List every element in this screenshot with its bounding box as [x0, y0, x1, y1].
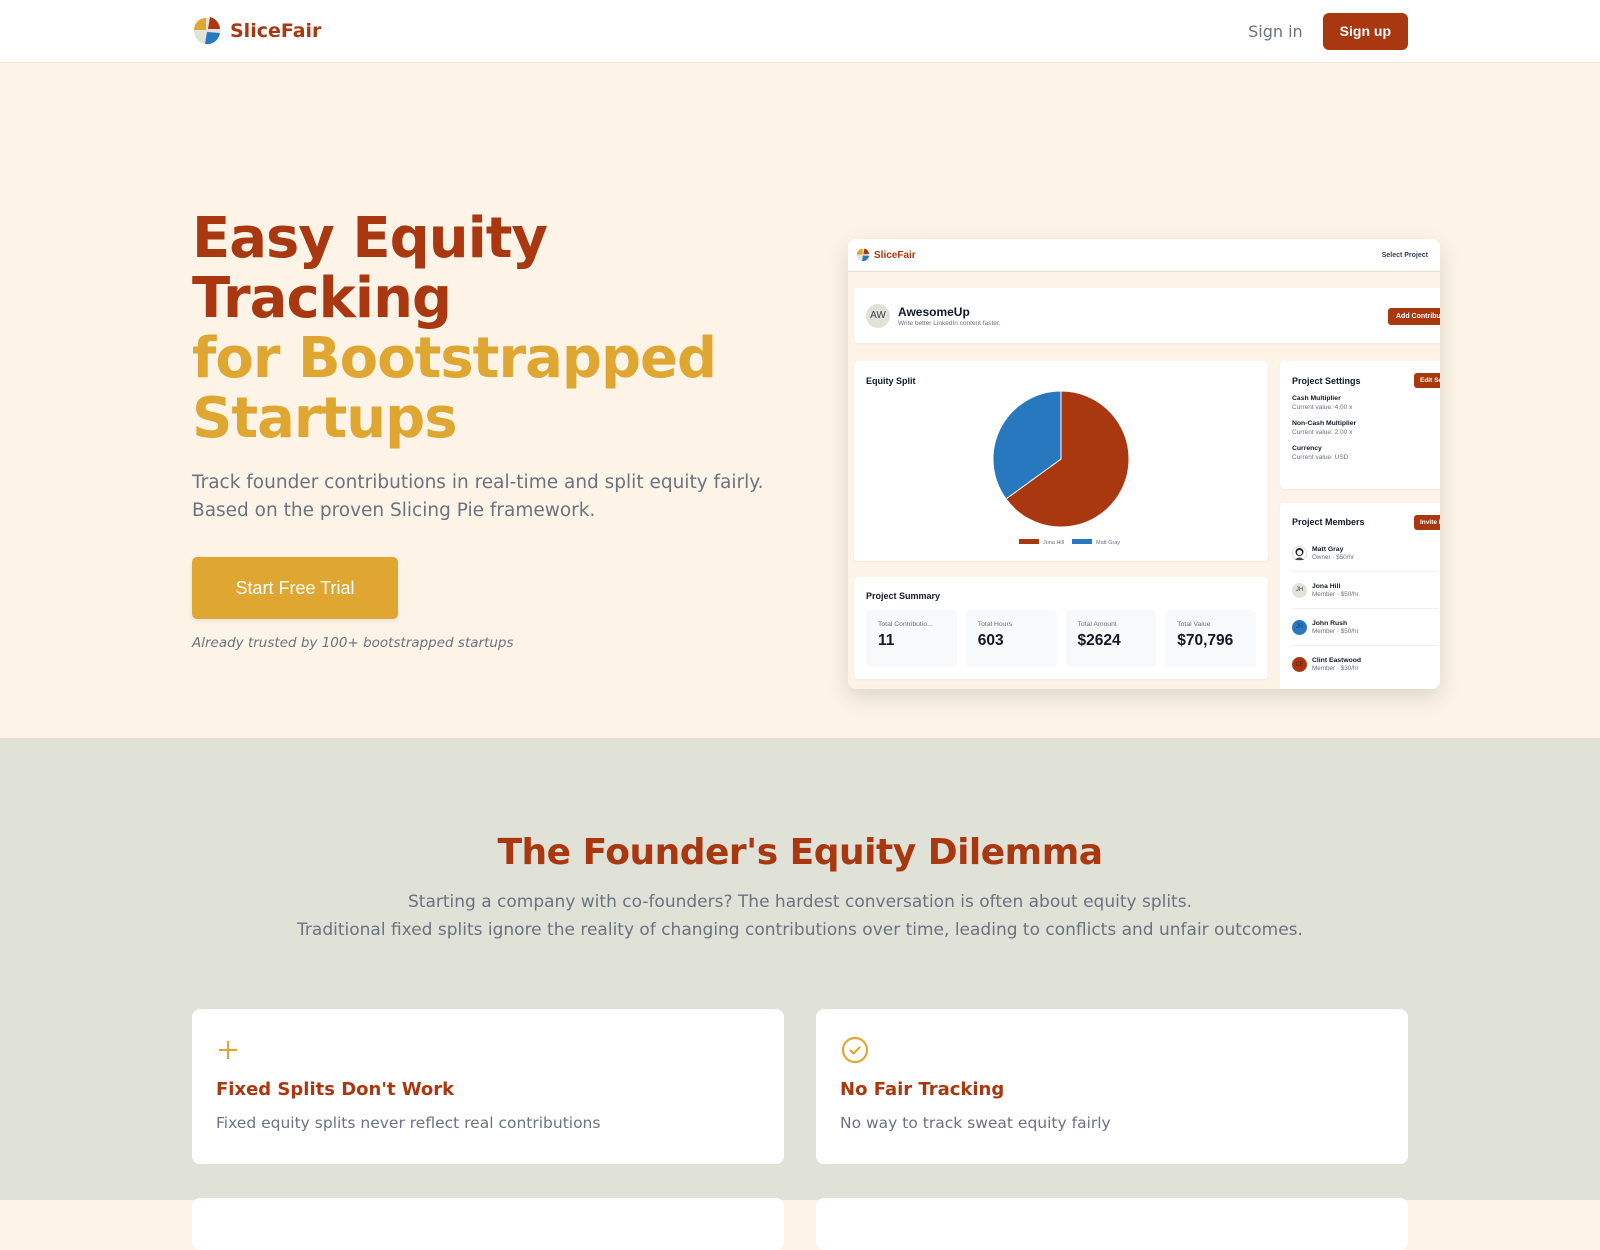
member-name: Clint Eastwood	[1312, 657, 1362, 664]
sign-in-link[interactable]: Sign in	[1248, 22, 1303, 41]
dilemma-section: The Founder's Equity Dilemma Starting a …	[0, 738, 1600, 1250]
dilemma-line2: Traditional fixed splits ignore the real…	[297, 920, 1303, 940]
brand-name: SliceFair	[230, 20, 322, 42]
member-row[interactable]: Matt Gray Owner · $50/hr	[1292, 535, 1438, 572]
project-summary-card: Project Summary Total Contributio... 11 …	[854, 577, 1268, 679]
member-role: Member · $30/hr	[1312, 665, 1359, 672]
dilemma-subtitle: Starting a company with co-founders? The…	[0, 888, 1600, 944]
member-avatar: JH	[1292, 582, 1307, 598]
user-photo-icon	[1295, 547, 1304, 560]
equity-split-card: Equity Split Jona Hill Matt Gray	[854, 361, 1268, 561]
stat-value: 603	[977, 632, 1004, 649]
setting-value: Current value: 4.00 x	[1292, 404, 1353, 411]
project-settings-card: Project Settings Edit Settings Cash Mult…	[1280, 361, 1440, 489]
project-name: AwesomeUp	[898, 304, 970, 319]
stat-label: Total Contributio...	[878, 621, 933, 628]
feature-card-text: Fixed equity splits never reflect real c…	[216, 1114, 601, 1132]
project-description: Write better LinkedIn content faster.	[898, 319, 1001, 327]
stat-label: Total Value	[1177, 621, 1211, 628]
project-avatar: AW	[866, 303, 890, 328]
member-name: Matt Gray	[1312, 545, 1344, 553]
member-role: Member · $50/hr	[1312, 627, 1359, 635]
legend-swatch	[1072, 539, 1092, 544]
hero-section: Easy Equity Tracking for Bootstrapped St…	[0, 63, 1600, 738]
project-members-card: Project Members Invite Member Matt GrayO…	[1280, 503, 1440, 689]
member-avatar: CE	[1292, 657, 1307, 672]
app-preview: SliceFair Select Project AW AwesomeUp Wr…	[848, 239, 1440, 689]
pie-logo-icon	[194, 17, 220, 45]
preview-brand: SliceFair	[874, 249, 916, 261]
legend-swatch	[1019, 539, 1039, 544]
member-role: Owner · $50/hr	[1312, 553, 1354, 561]
member-role: Member · $50/hr	[1312, 590, 1359, 598]
start-free-trial-button[interactable]: Start Free Trial	[192, 557, 398, 619]
member-row[interactable]: JH Jona Hill Member · $50/hr	[1292, 572, 1438, 609]
setting-value: Current value: 2.00 x	[1292, 429, 1353, 436]
feature-card-fixed-splits: Fixed Splits Don't Work Fixed equity spl…	[192, 1009, 784, 1164]
stat-value: 11	[878, 632, 895, 649]
dilemma-line1: Starting a company with co-founders? The…	[407, 892, 1192, 912]
equity-pie-chart: Jona Hill Matt Gray	[992, 390, 1130, 546]
legend-label: Jona Hill	[1043, 540, 1064, 546]
hero-subtitle-line2: Based on the proven Slicing Pie framewor…	[192, 500, 596, 521]
member-row[interactable]: CE Clint Eastwood Member · $30/hr	[1292, 646, 1438, 683]
setting-label: Cash Multiplier	[1292, 395, 1341, 402]
stat-label: Total Hours	[977, 621, 1013, 628]
stat-value: $2624	[1077, 632, 1121, 649]
stat-total-contributions: Total Contributio... 11	[866, 610, 957, 667]
project-header-card: AW AwesomeUp Write better LinkedIn conte…	[854, 288, 1440, 343]
select-project-dropdown[interactable]: Select Project	[1382, 252, 1428, 259]
hero-subtitle: Track founder contributions in real-time…	[192, 469, 772, 525]
stat-total-hours: Total Hours 603	[965, 610, 1057, 667]
stat-total-amount: Total Amount $2624	[1065, 610, 1157, 667]
add-contribution-button[interactable]: Add Contribution	[1388, 308, 1440, 325]
setting-value: Current value: USD	[1292, 454, 1349, 461]
project-summary-title: Project Summary	[866, 591, 941, 601]
dilemma-title: The Founder's Equity Dilemma	[497, 832, 1103, 873]
hero-title-line1: Easy Equity Tracking	[192, 206, 548, 331]
invite-member-button[interactable]: Invite Member	[1414, 515, 1440, 530]
hero-subtitle-line1: Track founder contributions in real-time…	[192, 472, 764, 493]
edit-settings-button[interactable]: Edit Settings	[1414, 373, 1440, 388]
stat-total-value: Total Value $70,796	[1165, 610, 1256, 667]
member-row[interactable]: JR John Rush Member · $50/hr	[1292, 609, 1438, 646]
pie-logo-icon	[856, 248, 870, 262]
feature-card-title: No Fair Tracking	[840, 1079, 1005, 1100]
brand-logo[interactable]: SliceFair	[192, 16, 321, 46]
sign-up-button[interactable]: Sign up	[1322, 12, 1408, 50]
member-name: John Rush	[1312, 619, 1348, 627]
feature-card-text: No way to track sweat equity fairly	[840, 1114, 1111, 1132]
equity-split-title: Equity Split	[866, 376, 916, 386]
trusted-text: Already trusted by 100+ bootstrapped sta…	[192, 635, 514, 651]
member-avatar: JR	[1292, 619, 1307, 635]
plus-icon	[219, 1041, 237, 1059]
feature-card-partial	[192, 1198, 784, 1250]
setting-label: Currency	[1292, 445, 1322, 452]
stat-label: Total Amount	[1077, 621, 1117, 628]
check-circle-icon	[841, 1036, 869, 1064]
feature-card-title: Fixed Splits Don't Work	[216, 1079, 455, 1100]
preview-navbar: SliceFair Select Project	[848, 239, 1440, 272]
legend-label: Matt Gray	[1096, 540, 1120, 546]
setting-label: Non-Cash Multiplier	[1292, 420, 1357, 427]
feature-card-partial	[816, 1198, 1408, 1250]
member-avatar	[1292, 545, 1307, 561]
member-name: Jona Hill	[1312, 582, 1341, 590]
top-nav: SliceFair Sign in Sign up	[0, 0, 1600, 63]
feature-card-no-fair-tracking: No Fair Tracking No way to track sweat e…	[816, 1009, 1408, 1164]
hero-title-line2: for Bootstrapped Startups	[192, 326, 717, 451]
stat-value: $70,796	[1177, 632, 1234, 649]
